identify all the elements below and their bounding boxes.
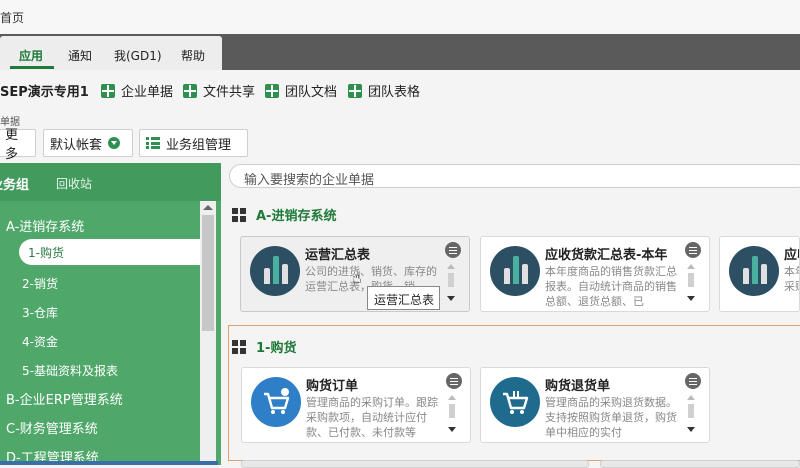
tooltip-text: 运营汇总表 [374, 293, 435, 307]
sidebar-item-selected[interactable]: 1-购货 [19, 239, 200, 265]
account-label: 默认帐套 [50, 137, 103, 153]
sidebar: 业务组 回收站 A-进销存系统 1-购货 2-销货 3-仓库 4-资金 5-基础… [0, 163, 221, 465]
window-title: 首页 [0, 11, 25, 25]
sidebar-bottom-bar [0, 461, 218, 465]
tab-apps[interactable]: 应用 [19, 47, 43, 64]
card-scrollbar[interactable] [448, 395, 458, 437]
sidebar-item-1: 1-购货 [28, 246, 64, 260]
card-title: 运营汇总表 [305, 248, 371, 263]
group-manage-label: 业务组管理 [166, 137, 232, 153]
tab-me[interactable]: 我(GD1) [114, 47, 162, 64]
sidebar-item-5[interactable]: 5-基础资料及报表 [22, 362, 118, 379]
cart-return-icon [490, 377, 540, 427]
sidebar-scroll-thumb[interactable] [202, 215, 214, 331]
group-manage-button[interactable]: 业务组管理 [139, 129, 248, 157]
title-bar: 首页 [0, 0, 800, 34]
card-title: 购货订单 [306, 379, 359, 394]
sidebar-item-c[interactable]: C-财务管理系统 [6, 418, 98, 437]
chevron-down-icon [108, 137, 121, 149]
toolbar-item-team-docs[interactable]: 团队文档 [265, 81, 337, 100]
toolbar-item-label: 团队表格 [368, 85, 421, 100]
plus-grid-icon [101, 83, 115, 98]
chart-icon [490, 246, 540, 296]
menu-bar: 应用 通知 我(GD1) 帮助 [0, 34, 800, 70]
card-title: 应收货款汇总表-本年 [545, 248, 668, 263]
menu-icon[interactable] [685, 373, 701, 389]
toolbar-item-team-sheets[interactable]: 团队表格 [348, 81, 420, 100]
grid-icon [232, 339, 246, 354]
card-description: 本年度商品的销售货款汇总报表。自动统计商品的销售总额、退货总额、已 [545, 265, 677, 308]
card-scrollbar[interactable] [687, 264, 697, 306]
list-icon [146, 137, 160, 149]
section-title-text: A-进销存系统 [256, 209, 337, 224]
scroll-up-icon[interactable] [203, 205, 213, 210]
sidebar-tab-groups[interactable]: 业务组 [0, 174, 29, 193]
card-title: 应收 [784, 248, 799, 263]
section-title-purchase: 1-购货 [232, 337, 296, 356]
search-input[interactable]: 输入要搜索的企业单据 [229, 164, 800, 188]
more-button[interactable]: 更多 [0, 128, 36, 162]
toolbar-item-label: 企业单据 [121, 85, 174, 100]
card-description: 管理商品的采购订单。跟踪采购款项，自动统计应付款、已付款、未付款等 [306, 396, 438, 439]
toolbar-item-label: 团队文档 [285, 85, 338, 100]
card-scrollbar[interactable] [447, 264, 457, 306]
menu-icon[interactable] [445, 242, 461, 258]
chart-icon [729, 246, 779, 296]
section-title-text: 1-购货 [256, 341, 297, 356]
active-tab-indicator [10, 66, 54, 69]
card-description: 管理商品的采购退货数据。支持按照购货单退货，购货单中相应的实付 [545, 396, 677, 439]
hand-cursor-icon: ☝ [352, 268, 362, 287]
sidebar-item-4[interactable]: 4-资金 [22, 333, 58, 350]
card-scrollbar[interactable] [687, 395, 697, 437]
sidebar-item-a[interactable]: A-进销存系统 [6, 216, 84, 235]
card-purchase-order[interactable]: 购货订单 管理商品的采购订单。跟踪采购款项，自动统计应付款、已付款、未付款等 [241, 367, 471, 443]
account-dropdown[interactable]: 默认帐套 [43, 129, 133, 157]
tooltip: 运营汇总表 [367, 286, 440, 310]
toolbar-item-enterprise-docs[interactable]: 企业单据 [101, 81, 173, 100]
search-placeholder: 输入要搜索的企业单据 [244, 173, 375, 188]
plus-grid-icon [183, 83, 197, 98]
card-title: 购货退货单 [545, 379, 611, 394]
card-peek [241, 460, 589, 468]
plus-grid-icon [265, 83, 279, 98]
cart-add-icon [251, 377, 301, 427]
sidebar-header: 业务组 回收站 [0, 163, 221, 201]
sidebar-item-b[interactable]: B-企业ERP管理系统 [6, 389, 123, 408]
more-button-label: 更多 [5, 128, 19, 162]
card-description: 本年采购 [784, 265, 799, 293]
tab-help[interactable]: 帮助 [181, 47, 205, 64]
sidebar-item-2[interactable]: 2-销货 [22, 275, 58, 292]
chart-icon [250, 246, 300, 296]
plus-grid-icon [348, 83, 362, 98]
menu-icon[interactable] [685, 242, 701, 258]
card-receivables-partial[interactable]: 应收 本年采购 [719, 236, 800, 312]
grid-icon [232, 207, 246, 222]
tab-notifications[interactable]: 通知 [68, 47, 92, 64]
main-tabs: 应用 通知 我(GD1) 帮助 [0, 36, 222, 70]
card-purchase-return[interactable]: 购货退货单 管理商品的采购退货数据。支持按照购货单退货，购货单中相应的实付 [480, 367, 710, 443]
app-toolbar: SEP演示专用1 企业单据 文件共享 团队文档 团队表格 [0, 70, 800, 108]
workspace-name: SEP演示专用1 [0, 85, 89, 100]
sidebar-item-3[interactable]: 3-仓库 [22, 304, 58, 321]
card-peek [600, 460, 800, 468]
sidebar-tab-recycle[interactable]: 回收站 [56, 175, 92, 192]
menu-icon[interactable] [446, 373, 462, 389]
toolbar-item-file-share[interactable]: 文件共享 [183, 81, 255, 100]
toolbar-item-label: 文件共享 [203, 85, 256, 100]
card-receivables-summary[interactable]: 应收货款汇总表-本年 本年度商品的销售货款汇总报表。自动统计商品的销售总额、退货… [480, 236, 710, 312]
section-title-a: A-进销存系统 [232, 205, 336, 224]
